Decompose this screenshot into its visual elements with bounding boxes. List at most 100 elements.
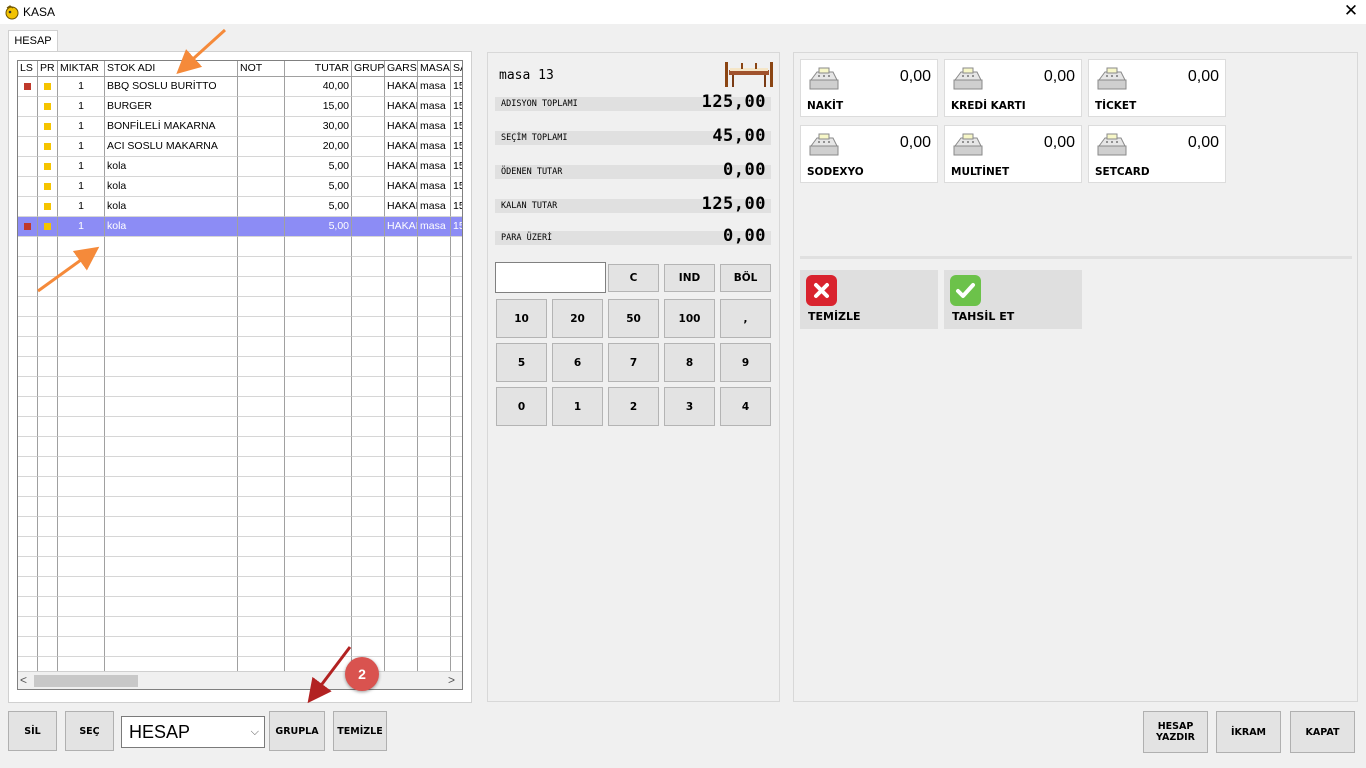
amount-input[interactable] — [495, 262, 606, 293]
gars-cell: HAKAI — [385, 217, 418, 237]
col-ls-header[interactable]: LS — [18, 61, 38, 77]
empty-cell — [58, 457, 105, 477]
key-ind[interactable]: IND — [664, 264, 715, 292]
table-row[interactable]: 1BBQ SOSLU BURİTTO 40,00 HAKAImasa15 — [18, 77, 462, 97]
collect-button[interactable]: TAHSİL ET — [944, 270, 1082, 329]
payment-label: MULTİNET — [951, 166, 1010, 178]
empty-cell — [58, 477, 105, 497]
key-button[interactable]: 10 — [496, 299, 547, 338]
payment-label: SETCARD — [1095, 166, 1150, 178]
empty-row — [18, 517, 462, 537]
pr-marker-icon — [44, 162, 51, 170]
empty-cell — [352, 557, 385, 577]
cash-register-icon — [1097, 67, 1127, 90]
empty-cell — [238, 317, 285, 337]
col-not-header[interactable]: NOT — [238, 61, 285, 77]
payment-5-button[interactable]: 0,00 SETCARD — [1088, 125, 1226, 183]
empty-cell — [58, 277, 105, 297]
key-bol[interactable]: BÖL — [720, 264, 771, 292]
payment-4-button[interactable]: 0,00 MULTİNET — [944, 125, 1082, 183]
col-pr-header[interactable]: PR — [38, 61, 58, 77]
clear-button[interactable]: TEMİZLE — [333, 711, 387, 751]
table-row[interactable]: 1kola 5,00 HAKAImasa15 — [18, 197, 462, 217]
empty-cell — [58, 497, 105, 517]
sa-cell: 15 — [451, 197, 462, 217]
clear-payment-button[interactable]: TEMİZLE — [800, 270, 938, 329]
table-row[interactable]: 1BONFİLELİ MAKARNA 30,00 HAKAImasa15 — [18, 117, 462, 137]
col-gars-header[interactable]: GARS — [385, 61, 418, 77]
empty-cell — [238, 457, 285, 477]
scroll-left-icon[interactable]: < — [20, 673, 27, 687]
key-button[interactable]: 0 — [496, 387, 547, 426]
key-c[interactable]: C — [608, 264, 659, 292]
tutar-cell: 5,00 — [285, 197, 352, 217]
empty-cell — [418, 417, 451, 437]
empty-cell — [58, 597, 105, 617]
table-row[interactable]: 1kola 5,00 HAKAImasa15 — [18, 157, 462, 177]
tab-hesap[interactable]: HESAP — [8, 30, 58, 52]
payment-3-button[interactable]: 0,00 SODEXYO — [800, 125, 938, 183]
table-row[interactable]: 1BURGER 15,00 HAKAImasa15 — [18, 97, 462, 117]
account-select[interactable]: HESAP ⌵ — [121, 716, 265, 748]
key-button[interactable]: 7 — [608, 343, 659, 382]
key-button[interactable]: 3 — [664, 387, 715, 426]
payment-1-button[interactable]: 0,00 KREDİ KARTI — [944, 59, 1082, 117]
key-button[interactable]: 8 — [664, 343, 715, 382]
payment-2-button[interactable]: 0,00 TİCKET — [1088, 59, 1226, 117]
group-button[interactable]: GRUPLA — [269, 711, 325, 751]
scroll-right-icon[interactable]: > — [448, 673, 455, 687]
payment-label: NAKİT — [807, 100, 844, 112]
empty-cell — [58, 397, 105, 417]
key-button[interactable]: 1 — [552, 387, 603, 426]
key-button[interactable]: 5 — [496, 343, 547, 382]
key-button[interactable]: 4 — [720, 387, 771, 426]
col-sa-header[interactable]: SA — [451, 61, 462, 77]
table-row[interactable]: 1ACI SOSLU MAKARNA 20,00 HAKAImasa15 — [18, 137, 462, 157]
empty-cell — [418, 297, 451, 317]
table-row[interactable]: 1kola 5,00 HAKAImasa15 — [18, 177, 462, 197]
order-grid[interactable]: LS PR MIKTAR STOK ADI NOT TUTAR GRUP GAR… — [17, 60, 463, 690]
empty-cell — [385, 437, 418, 457]
select-button[interactable]: SEÇ — [65, 711, 114, 751]
empty-cell — [38, 357, 58, 377]
empty-cell — [18, 437, 38, 457]
scroll-thumb[interactable] — [34, 675, 138, 687]
horizontal-scrollbar[interactable]: < > — [18, 671, 462, 689]
complimentary-button[interactable]: İKRAM — [1216, 711, 1281, 753]
col-miktar-header[interactable]: MIKTAR — [58, 61, 105, 77]
payment-0-button[interactable]: 0,00 NAKİT — [800, 59, 938, 117]
col-tutar-header[interactable]: TUTAR — [285, 61, 352, 77]
grup-cell — [352, 217, 385, 237]
key-button[interactable]: , — [720, 299, 771, 338]
chevron-down-icon[interactable]: ⌵ — [251, 717, 259, 747]
key-button[interactable]: 6 — [552, 343, 603, 382]
empty-cell — [385, 537, 418, 557]
summary-value: 125,00 — [701, 194, 766, 214]
pr-marker-icon — [44, 102, 51, 110]
empty-cell — [385, 377, 418, 397]
delete-button[interactable]: SİL — [8, 711, 57, 751]
masa-cell: masa — [418, 197, 451, 217]
empty-cell — [105, 357, 238, 377]
col-stok-header[interactable]: STOK ADI — [105, 61, 238, 77]
empty-cell — [385, 457, 418, 477]
col-masa-header[interactable]: MASA — [418, 61, 451, 77]
key-button[interactable]: 50 — [608, 299, 659, 338]
key-button[interactable]: 100 — [664, 299, 715, 338]
empty-cell — [105, 637, 238, 657]
stok-cell: kola — [105, 217, 238, 237]
miktar-cell: 1 — [58, 77, 105, 97]
empty-cell — [238, 377, 285, 397]
table-row[interactable]: 1kola 5,00 HAKAImasa15 — [18, 217, 462, 237]
key-button[interactable]: 20 — [552, 299, 603, 338]
close-icon[interactable]: ✕ — [1340, 1, 1362, 23]
key-button[interactable]: 9 — [720, 343, 771, 382]
print-bill-button[interactable]: HESAP YAZDIR — [1143, 711, 1208, 753]
sa-cell: 15 — [451, 157, 462, 177]
not-cell — [238, 157, 285, 177]
col-grup-header[interactable]: GRUP — [352, 61, 385, 77]
empty-cell — [451, 417, 462, 437]
key-button[interactable]: 2 — [608, 387, 659, 426]
empty-cell — [285, 437, 352, 457]
close-button[interactable]: KAPAT — [1290, 711, 1355, 753]
